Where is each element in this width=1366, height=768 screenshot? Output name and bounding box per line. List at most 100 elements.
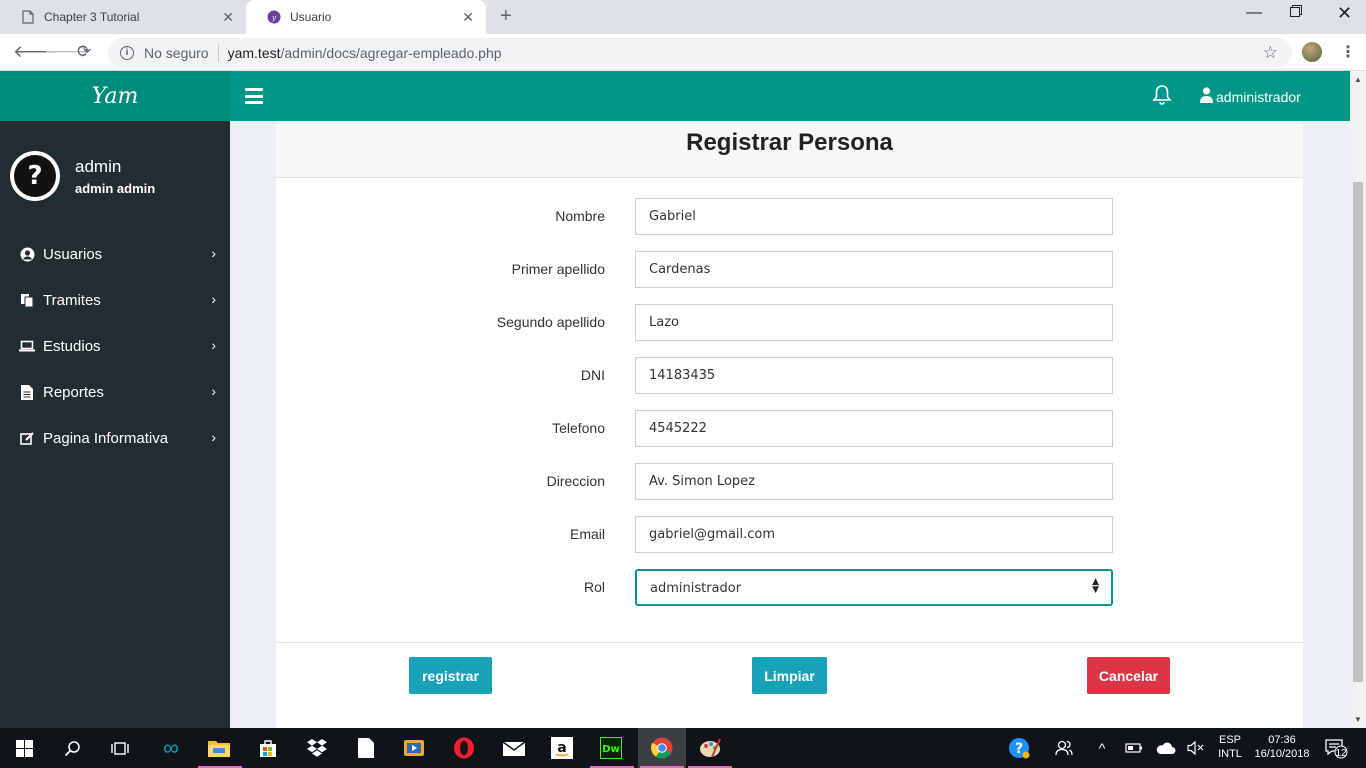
sidebar-item-label: Estudios — [43, 337, 101, 355]
clear-button[interactable]: Limpiar — [752, 657, 827, 694]
telefono-label: Telefono — [552, 420, 605, 436]
opera-icon[interactable] — [450, 734, 478, 762]
file-explorer-icon[interactable] — [205, 734, 233, 762]
svg-text:?: ? — [1015, 741, 1023, 757]
dni-label: DNI — [580, 367, 605, 383]
security-label[interactable]: No seguro — [144, 45, 209, 61]
chrome-icon[interactable] — [648, 734, 676, 762]
sidebar-item-pagina-informativa[interactable]: Pagina Informativa › — [0, 415, 230, 461]
profile-avatar[interactable] — [1302, 42, 1322, 62]
page-title: Registrar Persona — [686, 129, 893, 156]
user-menu[interactable]: administrador — [1200, 87, 1301, 106]
rol-select[interactable]: administrador ▲ ▼ — [635, 569, 1113, 606]
segundo-apellido-input[interactable]: Lazo — [635, 304, 1113, 341]
amazon-icon[interactable]: a — [548, 734, 576, 762]
edit-icon — [18, 431, 36, 446]
tab-title: Chapter 3 Tutorial — [44, 10, 140, 24]
chevron-right-icon: › — [211, 291, 216, 307]
search-icon[interactable] — [58, 734, 86, 762]
task-view-icon[interactable] — [106, 734, 134, 762]
volume-muted-icon[interactable] — [1182, 734, 1210, 762]
user-menu-label: administrador — [1216, 88, 1301, 105]
clock-date: 16/10/2018 — [1254, 748, 1310, 760]
battery-icon[interactable] — [1120, 734, 1148, 762]
onedrive-icon[interactable] — [1152, 734, 1180, 762]
store-icon[interactable] — [254, 734, 282, 762]
form-row-direccion: Direccion Av. Simon Lopez — [276, 463, 1303, 500]
user-circle-icon — [18, 247, 36, 262]
nombre-label: Nombre — [555, 208, 605, 224]
register-button[interactable]: registrar — [409, 657, 492, 694]
chevron-right-icon: › — [211, 245, 216, 261]
restore-icon[interactable] — [1290, 4, 1302, 22]
tab-chapter-3-tutorial[interactable]: Chapter 3 Tutorial ✕ — [0, 0, 246, 34]
card-header: Registrar Persona — [276, 121, 1303, 178]
close-tab-icon[interactable]: ✕ — [222, 9, 234, 26]
sidebar-toggle-icon[interactable] — [245, 88, 263, 104]
direccion-input[interactable]: Av. Simon Lopez — [635, 463, 1113, 500]
sidebar-item-reportes[interactable]: Reportes › — [0, 369, 230, 415]
sidebar-item-label: Usuarios — [43, 245, 103, 263]
svg-text:a: a — [557, 740, 566, 756]
dreamweaver-icon[interactable]: Dw — [597, 734, 625, 762]
form-row-rol: Rol administrador ▲ ▼ — [276, 569, 1303, 606]
form-row-segundo-apellido: Segundo apellido Lazo — [276, 304, 1303, 341]
url-host: yam.test — [227, 44, 281, 61]
question-mark-icon: ? — [14, 155, 56, 197]
minimize-icon[interactable]: — — [1246, 4, 1262, 22]
windows-taskbar: ∞ a Dw ? ^ ESP INTL 07:36 16/10/2018 12 — [0, 728, 1366, 768]
notepad-icon[interactable] — [352, 734, 380, 762]
primer-apellido-input[interactable]: Cardenas — [635, 251, 1113, 288]
dni-input[interactable]: 14183435 — [635, 357, 1113, 394]
clock[interactable]: 07:36 16/10/2018 — [1250, 733, 1314, 761]
people-icon[interactable] — [1050, 734, 1078, 762]
telefono-input[interactable]: 4545222 — [635, 410, 1113, 447]
user-icon — [1200, 87, 1213, 106]
new-tab-icon[interactable]: + — [500, 5, 512, 28]
windows-start-icon[interactable] — [10, 734, 38, 762]
email-input[interactable]: gabriel@gmail.com — [635, 516, 1113, 553]
card-footer: registrar Limpiar Cancelar — [276, 642, 1303, 728]
scroll-down-icon[interactable]: ▼ — [1354, 715, 1362, 724]
url-input[interactable]: i No seguro yam.test/admin/docs/agregar-… — [108, 38, 1292, 67]
bell-icon[interactable] — [1152, 84, 1172, 111]
page-scrollbar[interactable]: ▲ ▼ — [1350, 71, 1366, 728]
mail-icon[interactable] — [500, 734, 528, 762]
scroll-up-icon[interactable]: ▲ — [1354, 75, 1362, 84]
keyboard-layout: INTL — [1218, 748, 1242, 760]
sidebar-item-label: Tramites — [43, 291, 101, 309]
omnibox-divider — [217, 43, 219, 62]
help-icon[interactable]: ? — [1005, 734, 1033, 762]
tab-usuario[interactable]: y Usuario ✕ — [246, 0, 486, 34]
sidebar-item-tramites[interactable]: Tramites › — [0, 277, 230, 323]
browser-menu-icon[interactable]: ⋮ — [1340, 42, 1356, 62]
scrollbar-thumb[interactable] — [1353, 182, 1363, 682]
copy-icon — [18, 293, 36, 308]
nombre-input[interactable]: Gabriel — [635, 198, 1113, 235]
reload-icon[interactable]: ⟳ — [77, 42, 91, 62]
bookmark-star-icon[interactable]: ☆ — [1263, 43, 1278, 63]
laptop-icon — [18, 340, 36, 352]
sidebar-menu: Usuarios › Tramites › Estudios › Reporte… — [0, 231, 230, 461]
file-text-icon — [18, 384, 36, 400]
paint-icon[interactable] — [696, 734, 724, 762]
primer-apellido-label: Primer apellido — [511, 261, 605, 277]
close-window-icon[interactable]: ✕ — [1337, 3, 1352, 24]
arduino-icon[interactable]: ∞ — [157, 734, 185, 762]
app-logo[interactable]: Yam — [0, 71, 230, 121]
user-full-name: admin admin — [75, 181, 156, 196]
chevron-up-icon[interactable]: ^ — [1088, 734, 1116, 762]
media-player-icon[interactable] — [400, 734, 428, 762]
sidebar-item-usuarios[interactable]: Usuarios › — [0, 231, 230, 277]
sidebar: ? admin admin admin Usuarios › Tramites … — [0, 121, 230, 728]
chevron-right-icon: › — [211, 429, 216, 445]
notification-count-badge: 12 — [1335, 748, 1347, 759]
address-bar-area: 🡐 🡒 ⟳ i No seguro yam.test/admin/docs/ag… — [0, 34, 1366, 71]
cancel-button[interactable]: Cancelar — [1087, 657, 1170, 694]
dropbox-icon[interactable] — [303, 734, 331, 762]
sidebar-item-estudios[interactable]: Estudios › — [0, 323, 230, 369]
info-icon[interactable]: i — [120, 45, 134, 60]
close-tab-icon[interactable]: ✕ — [462, 9, 474, 26]
input-language[interactable]: ESP INTL — [1214, 733, 1246, 761]
form-row-dni: DNI 14183435 — [276, 357, 1303, 394]
